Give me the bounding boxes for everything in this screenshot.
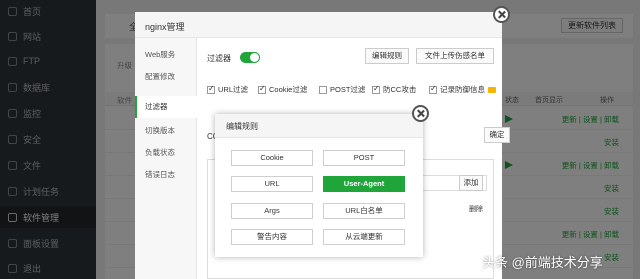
checkbox-box[interactable] xyxy=(258,84,266,94)
log-defense-checkbox[interactable]: 记录防御信息 xyxy=(429,84,496,95)
folder-icon[interactable] xyxy=(488,86,496,93)
rule-post-button[interactable]: POST xyxy=(323,150,405,166)
checkbox-box[interactable] xyxy=(207,84,215,94)
checkbox-label: 记录防御信息 xyxy=(440,85,485,94)
checkbox-label: URL过滤 xyxy=(218,85,249,94)
edit-rules-dialog: 编辑规则 Cookie POST URL User-Agent Args URL… xyxy=(215,114,423,257)
add-button[interactable]: 添加 xyxy=(459,175,483,191)
rule-user-agent-button[interactable]: User-Agent xyxy=(323,176,405,192)
url-filter-checkbox[interactable]: URL过滤 xyxy=(207,84,248,95)
filter-toggle[interactable] xyxy=(240,52,260,63)
checkbox-label: POST过滤 xyxy=(330,85,366,94)
dialog-menu: Web服务 配置修改 过滤器 切换版本 负载状态 错误日志 xyxy=(135,38,197,279)
rule-cloud-update-button[interactable]: 从云端更新 xyxy=(323,229,405,245)
edit-rules-title-bar: 编辑规则 xyxy=(215,114,423,138)
cookie-filter-checkbox[interactable]: Cookie过滤 xyxy=(258,84,307,95)
menu-item-filter[interactable]: 过滤器 xyxy=(135,96,197,118)
menu-item-config[interactable]: 配置修改 xyxy=(135,66,197,88)
checkbox-box[interactable] xyxy=(372,84,380,94)
confirm-button[interactable]: 确定 xyxy=(484,127,510,143)
filter-label: 过滤器 xyxy=(207,54,231,63)
rule-warning-content-button[interactable]: 警告内容 xyxy=(231,229,313,245)
menu-item-switch-version[interactable]: 切换版本 xyxy=(135,120,197,142)
checkbox-label: Cookie过滤 xyxy=(269,85,308,94)
anti-cc-checkbox[interactable]: 防CC攻击 xyxy=(372,84,416,95)
rule-url-whitelist-button[interactable]: URL白名单 xyxy=(323,203,405,219)
edit-rules-title: 编辑规则 xyxy=(226,122,258,131)
checkbox-box[interactable] xyxy=(429,84,437,94)
menu-item-web-service[interactable]: Web服务 xyxy=(135,44,197,66)
edit-rules-close-icon[interactable] xyxy=(412,105,429,122)
nginx-dialog-close-icon[interactable] xyxy=(493,6,510,23)
post-filter-checkbox[interactable]: POST过滤 xyxy=(319,84,365,95)
delete-link[interactable]: 删除 xyxy=(469,204,483,214)
rule-args-button[interactable]: Args xyxy=(231,203,313,219)
rule-cookie-button[interactable]: Cookie xyxy=(231,150,313,166)
checkbox-box[interactable] xyxy=(319,85,327,94)
menu-item-load-status[interactable]: 负载状态 xyxy=(135,142,197,164)
dialog-title: nginx管理 xyxy=(145,22,185,32)
checkbox-label: 防CC攻击 xyxy=(383,85,417,94)
rule-url-button[interactable]: URL xyxy=(231,176,313,192)
watermark: 头条 @前端技术分享 xyxy=(482,255,603,270)
menu-item-error-log[interactable]: 错误日志 xyxy=(135,164,197,186)
dialog-title-bar: nginx管理 xyxy=(135,12,502,38)
edit-rules-button[interactable]: 编辑规则 xyxy=(365,48,409,64)
upload-blacklist-button[interactable]: 文件上传伤感名单 xyxy=(416,48,494,64)
